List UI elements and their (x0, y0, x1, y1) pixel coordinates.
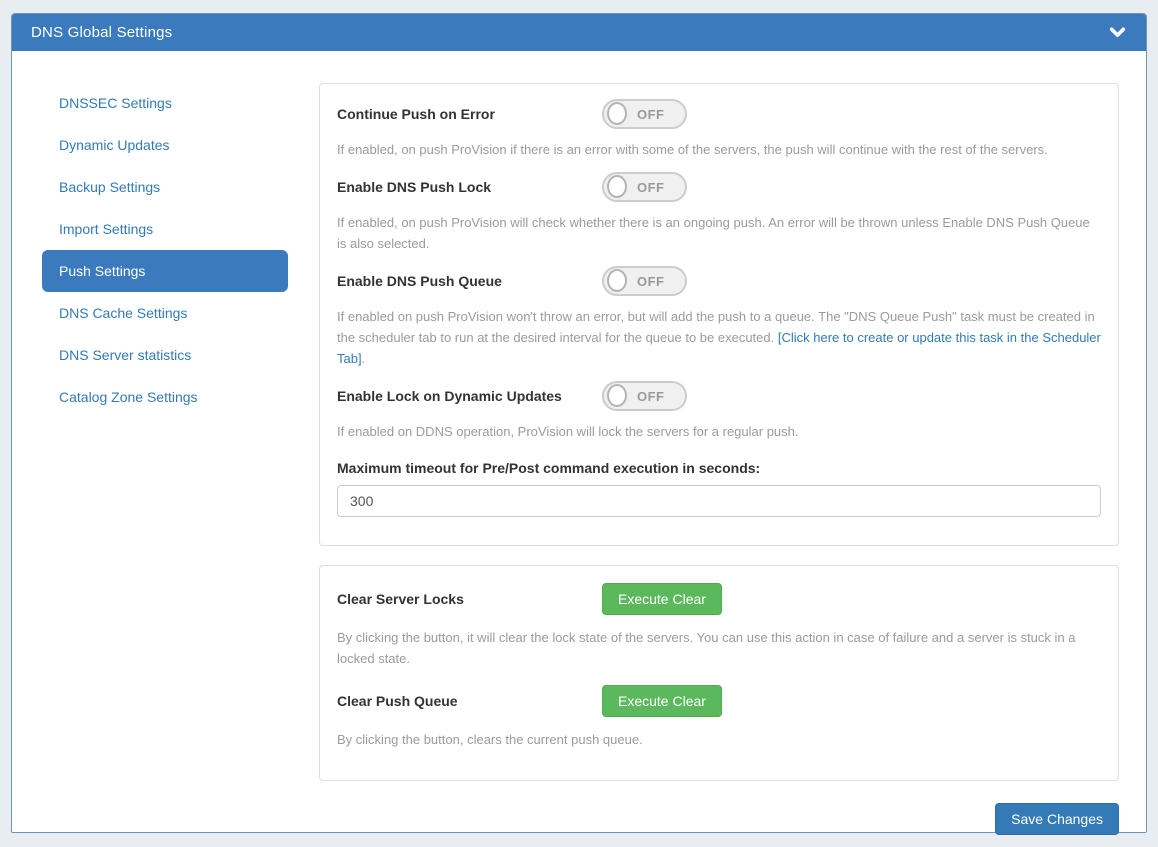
action-label: Clear Push Queue (337, 693, 602, 709)
continue-push-on-error-toggle[interactable]: OFF (602, 99, 687, 129)
sidebar-item-dns-server-statistics[interactable]: DNS Server statistics (42, 334, 288, 376)
sidebar-item-label: Push Settings (59, 263, 145, 279)
panel-header: DNS Global Settings (12, 14, 1146, 51)
dns-global-settings-panel: DNS Global Settings DNSSEC Settings Dyna… (11, 13, 1147, 833)
collapse-button[interactable] (1109, 24, 1126, 41)
setting-description: If enabled, on push ProVision if there i… (337, 139, 1101, 160)
sidebar-item-label: DNS Server statistics (59, 347, 191, 363)
action-label: Clear Server Locks (337, 591, 602, 607)
enable-lock-on-dynamic-updates-toggle[interactable]: OFF (602, 381, 687, 411)
sidebar-item-label: Dynamic Updates (59, 137, 170, 153)
sidebar-item-label: Import Settings (59, 221, 153, 237)
action-row-clear-server-locks: Clear Server Locks Execute Clear (337, 583, 1101, 615)
setting-row-enable-dns-push-queue: Enable DNS Push Queue OFF (337, 266, 1101, 296)
setting-description: If enabled on push ProVision won't throw… (337, 306, 1101, 369)
timeout-input[interactable] (337, 485, 1101, 517)
description-text: . (362, 351, 366, 366)
clear-server-locks-button[interactable]: Execute Clear (602, 583, 722, 615)
sidebar-item-label: Backup Settings (59, 179, 160, 195)
sidebar-item-dynamic-updates[interactable]: Dynamic Updates (42, 124, 288, 166)
setting-label: Continue Push on Error (337, 106, 602, 122)
toggle-state-label: OFF (637, 107, 665, 122)
push-settings-content: Continue Push on Error OFF If enabled, o… (319, 83, 1119, 835)
clear-push-queue-button[interactable]: Execute Clear (602, 685, 722, 717)
action-description: By clicking the button, clears the curre… (337, 729, 1101, 750)
chevron-down-icon (1109, 24, 1126, 41)
sidebar-item-label: DNSSEC Settings (59, 95, 172, 111)
setting-row-continue-push-on-error: Continue Push on Error OFF (337, 99, 1101, 129)
page-title: DNS Global Settings (31, 24, 172, 41)
sidebar-item-label: DNS Cache Settings (59, 305, 187, 321)
setting-label: Enable Lock on Dynamic Updates (337, 388, 602, 404)
sidebar-item-catalog-zone-settings[interactable]: Catalog Zone Settings (42, 376, 288, 418)
toggle-knob-icon (607, 269, 627, 292)
action-row-clear-push-queue: Clear Push Queue Execute Clear (337, 685, 1101, 717)
toggle-knob-icon (607, 384, 627, 407)
setting-label: Enable DNS Push Queue (337, 273, 602, 289)
sidebar-item-dnssec-settings[interactable]: DNSSEC Settings (42, 82, 288, 124)
save-changes-button[interactable]: Save Changes (995, 803, 1119, 835)
action-description: By clicking the button, it will clear th… (337, 627, 1101, 669)
setting-description: If enabled on DDNS operation, ProVision … (337, 421, 1101, 442)
sidebar-item-dns-cache-settings[interactable]: DNS Cache Settings (42, 292, 288, 334)
enable-dns-push-lock-toggle[interactable]: OFF (602, 172, 687, 202)
toggle-state-label: OFF (637, 389, 665, 404)
setting-row-enable-lock-on-dynamic-updates: Enable Lock on Dynamic Updates OFF (337, 381, 1101, 411)
sidebar-item-import-settings[interactable]: Import Settings (42, 208, 288, 250)
setting-label: Enable DNS Push Lock (337, 179, 602, 195)
enable-dns-push-queue-toggle[interactable]: OFF (602, 266, 687, 296)
setting-row-enable-dns-push-lock: Enable DNS Push Lock OFF (337, 172, 1101, 202)
timeout-field-label: Maximum timeout for Pre/Post command exe… (337, 460, 1101, 476)
sidebar-item-backup-settings[interactable]: Backup Settings (42, 166, 288, 208)
sidebar-item-push-settings[interactable]: Push Settings (42, 250, 288, 292)
setting-description: If enabled, on push ProVision will check… (337, 212, 1101, 254)
toggle-knob-icon (607, 175, 627, 198)
push-options-card: Continue Push on Error OFF If enabled, o… (319, 83, 1119, 546)
toggle-state-label: OFF (637, 274, 665, 289)
clear-actions-card: Clear Server Locks Execute Clear By clic… (319, 565, 1119, 781)
toggle-state-label: OFF (637, 180, 665, 195)
footer-actions: Save Changes (319, 803, 1119, 835)
settings-nav-sidebar: DNSSEC Settings Dynamic Updates Backup S… (42, 82, 288, 418)
toggle-knob-icon (607, 102, 627, 125)
sidebar-item-label: Catalog Zone Settings (59, 389, 198, 405)
